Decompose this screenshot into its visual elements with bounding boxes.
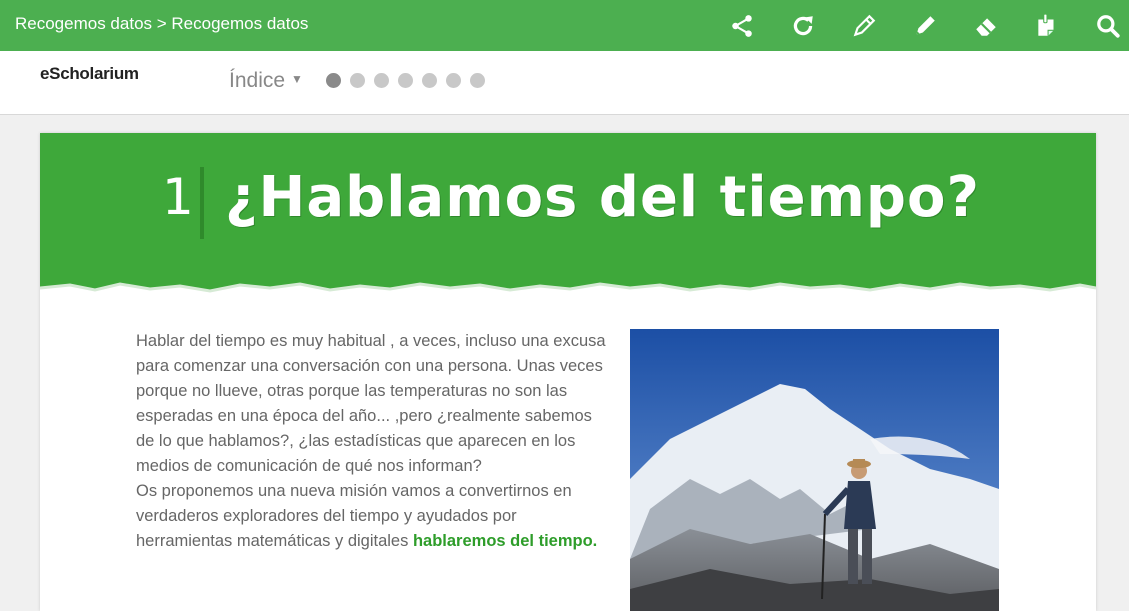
- chapter-number: 1: [162, 168, 194, 226]
- mountain-photo: [630, 329, 999, 611]
- eraser-icon[interactable]: [971, 11, 1001, 41]
- index-dropdown[interactable]: Índice ▼: [229, 69, 303, 93]
- share-icon[interactable]: [727, 11, 757, 41]
- search-icon[interactable]: [1093, 11, 1123, 41]
- refresh-icon[interactable]: [788, 11, 818, 41]
- chapter-divider: [200, 167, 204, 239]
- chapter-title: ¿Hablamos del tiempo?: [225, 165, 980, 230]
- page-dot-2[interactable]: [350, 73, 365, 88]
- toolbar: [696, 10, 1123, 42]
- breadcrumb[interactable]: Recogemos datos > Recogemos datos: [15, 14, 308, 34]
- page-dot-1[interactable]: [326, 73, 341, 88]
- notes-icon[interactable]: [1032, 11, 1062, 41]
- paragraph-1: Hablar del tiempo es muy habitual , a ve…: [136, 332, 606, 475]
- page-dot-7[interactable]: [470, 73, 485, 88]
- page-dot-6[interactable]: [446, 73, 461, 88]
- chapter-banner: 1 ¿Hablamos del tiempo?: [40, 133, 1096, 298]
- index-label: Índice: [229, 69, 286, 92]
- pencil-icon[interactable]: [910, 11, 940, 41]
- torn-paper-edge: [40, 282, 1096, 298]
- logo[interactable]: eScholarium: [40, 64, 139, 84]
- page-indicator: [326, 73, 494, 88]
- top-bar: Recogemos datos > Recogemos datos: [0, 0, 1129, 51]
- page-dot-4[interactable]: [398, 73, 413, 88]
- caret-down-icon: ▼: [291, 72, 303, 87]
- pencil-outline-icon[interactable]: [849, 11, 879, 41]
- intro-text: Hablar del tiempo es muy habitual , a ve…: [136, 329, 606, 554]
- page-dot-3[interactable]: [374, 73, 389, 88]
- paragraph-2: Os proponemos una nueva misión vamos a c…: [136, 479, 606, 554]
- highlight-text: hablaremos del tiempo.: [412, 532, 598, 550]
- nav-bar: eScholarium Índice ▼: [0, 51, 1129, 115]
- page-dot-5[interactable]: [422, 73, 437, 88]
- content-card: 1 ¿Hablamos del tiempo? Hablar del tiemp…: [40, 133, 1096, 611]
